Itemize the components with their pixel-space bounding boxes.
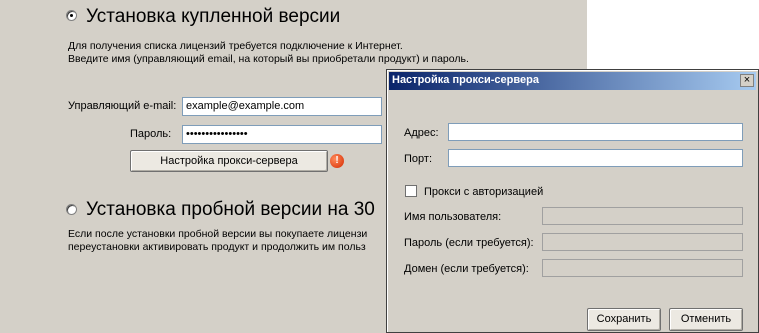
trial-description-line2: переустановки активировать продукт и про…: [68, 241, 366, 253]
domain-label: Домен (если требуется):: [404, 263, 529, 275]
password-field[interactable]: ••••••••••••••••: [182, 125, 382, 144]
address-field[interactable]: [448, 123, 743, 141]
close-icon[interactable]: ×: [740, 74, 754, 87]
trial-version-radio[interactable]: [66, 204, 77, 215]
proxy-settings-button[interactable]: Настройка прокси-сервера: [130, 150, 328, 172]
dialog-title: Настройка прокси-сервера: [392, 74, 539, 86]
domain-field[interactable]: [542, 259, 743, 277]
warning-icon: !: [330, 154, 344, 168]
dialog-titlebar[interactable]: Настройка прокси-сервера ×: [389, 72, 756, 90]
purchased-description-line1: Для получения списка лицензий требуется …: [68, 40, 403, 52]
email-label: Управляющий e-mail:: [68, 100, 177, 112]
port-field[interactable]: [448, 149, 743, 167]
username-label: Имя пользователя:: [404, 211, 502, 223]
purchased-version-radio[interactable]: [66, 10, 77, 21]
proxy-password-field[interactable]: [542, 233, 743, 251]
email-field[interactable]: example@example.com: [182, 97, 382, 116]
address-label: Адрес:: [404, 127, 439, 139]
purchased-version-label[interactable]: Установка купленной версии: [86, 6, 340, 28]
proxy-password-label: Пароль (если требуется):: [404, 237, 534, 249]
port-label: Порт:: [404, 153, 432, 165]
purchased-description-line2: Введите имя (управляющий email, на котор…: [68, 53, 469, 65]
proxy-auth-label[interactable]: Прокси с авторизацией: [424, 186, 543, 198]
username-field[interactable]: [542, 207, 743, 225]
trial-description-line1: Если после установки пробной версии вы п…: [68, 228, 368, 240]
save-button[interactable]: Сохранить: [587, 308, 661, 331]
trial-version-label[interactable]: Установка пробной версии на 30: [86, 199, 375, 221]
cancel-button[interactable]: Отменить: [669, 308, 743, 331]
password-label: Пароль:: [130, 128, 172, 140]
proxy-settings-dialog: Настройка прокси-сервера × Адрес: Порт: …: [386, 69, 759, 333]
proxy-auth-checkbox[interactable]: [405, 185, 417, 197]
